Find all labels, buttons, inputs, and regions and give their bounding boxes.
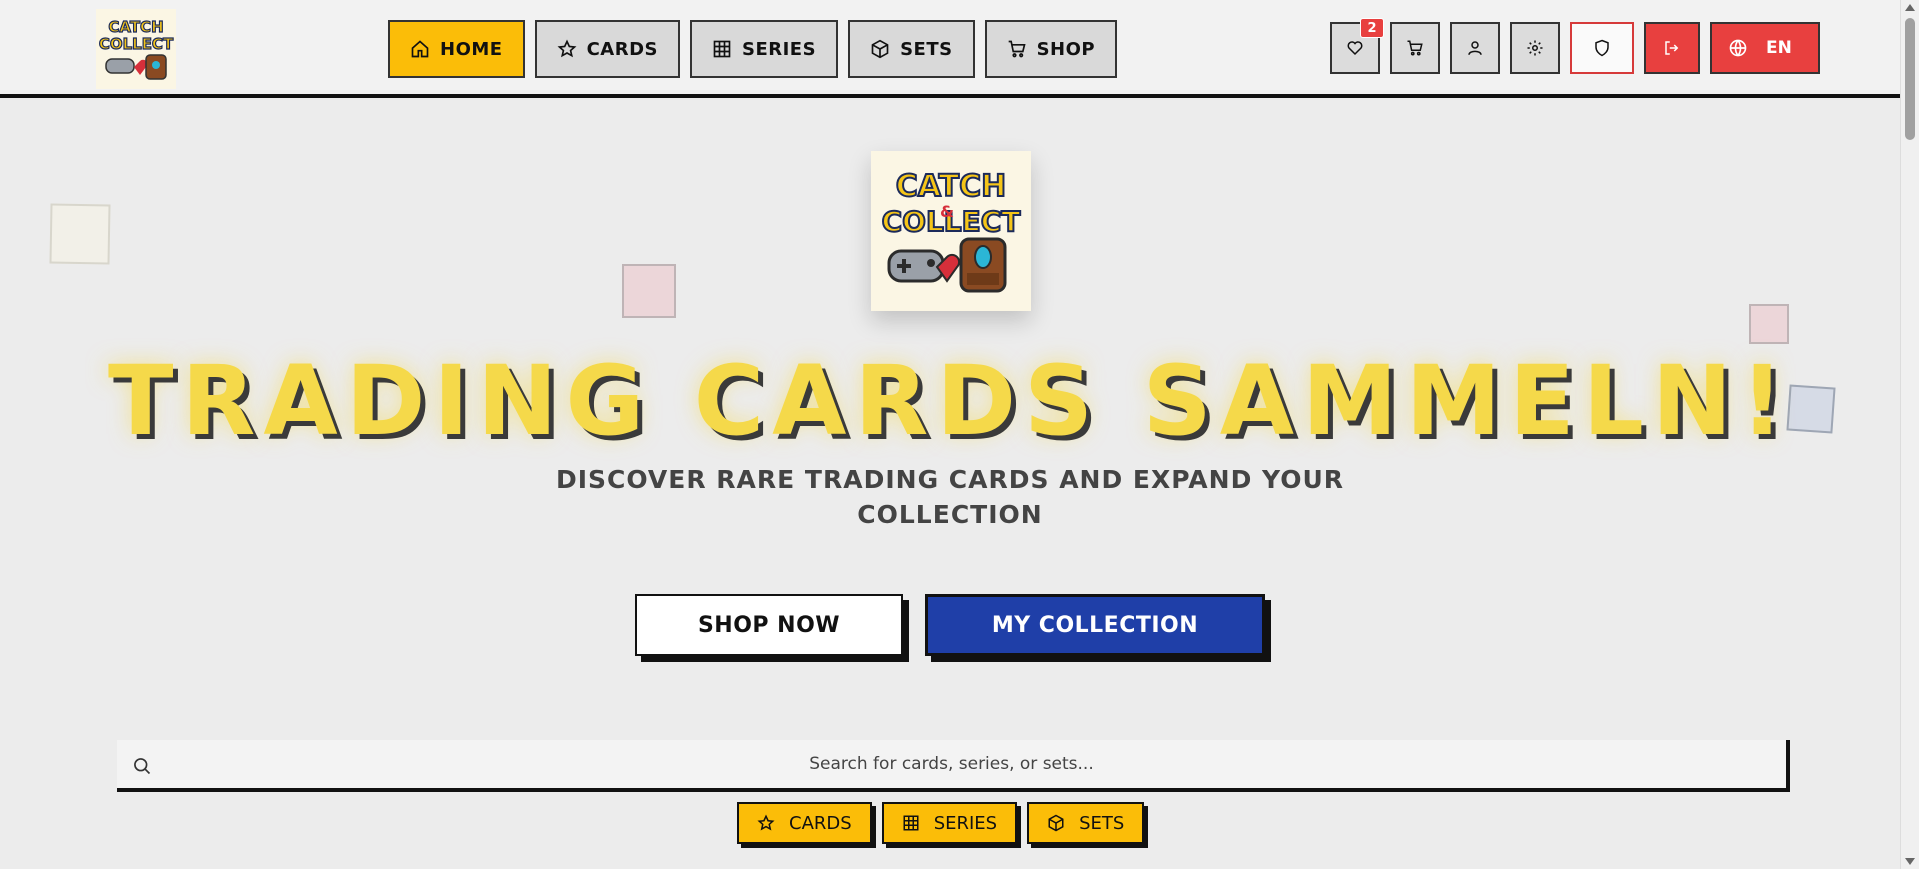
catch-collect-logo-icon: CATCH COLLECT (98, 17, 175, 80)
brand-logo[interactable]: CATCH COLLECT (96, 9, 176, 89)
cart-button[interactable] (1390, 22, 1440, 74)
box-icon (871, 39, 889, 59)
catch-collect-logo-icon: CATCH COLLECT & (881, 168, 1021, 293)
star-icon (757, 814, 775, 831)
svg-text:CATCH: CATCH (896, 169, 1007, 204)
quick-links: CARDS SERIES SETS (737, 802, 1145, 844)
quick-link-series[interactable]: SERIES (881, 802, 1018, 844)
quick-link-label: SERIES (933, 812, 998, 834)
gear-icon (1527, 40, 1543, 56)
header-tools: 2 EN (1330, 18, 1820, 74)
svg-text:COLLECT: COLLECT (99, 35, 174, 53)
hero-title: TRADING CARDS SAMMELN! (108, 345, 1792, 457)
user-icon (1468, 41, 1482, 55)
logout-icon (1665, 41, 1679, 55)
svg-text:&: & (940, 202, 954, 221)
home-icon (411, 40, 429, 58)
page-scrollbar[interactable] (1900, 0, 1919, 869)
admin-button[interactable] (1570, 22, 1634, 74)
search-bar (117, 740, 1790, 792)
nav-cards[interactable]: CARDS (534, 20, 680, 78)
heart-icon (1347, 41, 1363, 56)
nav-shop[interactable]: SHOP (984, 20, 1118, 78)
main-nav: HOME CARDS SERIES SETS SHOP (388, 20, 1118, 78)
nav-home[interactable]: HOME (388, 20, 525, 78)
box-icon (1048, 814, 1064, 832)
scroll-down-arrow-icon[interactable] (1905, 858, 1915, 865)
my-collection-button[interactable]: MY COLLECTION (925, 594, 1265, 656)
top-header: CATCH COLLECT HOME CARDS SERIES SETS SHO… (0, 0, 1900, 98)
nav-series[interactable]: SERIES (689, 20, 839, 78)
favorites-button[interactable]: 2 (1330, 18, 1384, 74)
globe-icon (1729, 39, 1747, 57)
language-label: EN (1766, 38, 1792, 58)
search-icon (134, 758, 151, 775)
quick-link-label: CARDS (789, 812, 852, 834)
decorative-square (1749, 304, 1789, 344)
nav-label: SERIES (741, 38, 817, 60)
logout-button[interactable] (1644, 22, 1700, 74)
scroll-up-arrow-icon[interactable] (1905, 4, 1915, 11)
nav-sets[interactable]: SETS (848, 20, 975, 78)
favorites-count-badge: 2 (1360, 18, 1384, 38)
quick-link-label: SETS (1079, 812, 1125, 834)
settings-button[interactable] (1510, 22, 1560, 74)
quick-link-sets[interactable]: SETS (1027, 802, 1145, 844)
nav-label: CARDS (586, 38, 658, 60)
svg-text:CATCH: CATCH (108, 18, 163, 36)
decorative-square (622, 264, 676, 318)
nav-label: SHOP (1036, 38, 1096, 60)
cart-icon (1008, 40, 1026, 58)
hero-logo: CATCH COLLECT & (871, 151, 1031, 311)
shield-icon (1595, 39, 1609, 57)
star-icon (557, 39, 577, 58)
grid-icon (903, 815, 919, 831)
scrollbar-thumb[interactable] (1905, 18, 1915, 140)
search-input[interactable] (117, 753, 1786, 775)
profile-button[interactable] (1450, 22, 1500, 74)
nav-label: SETS (900, 38, 953, 60)
quick-link-cards[interactable]: CARDS (737, 802, 872, 844)
grid-icon (713, 40, 731, 58)
hero-subtitle: DISCOVER RARE TRADING CARDS AND EXPAND Y… (555, 465, 1345, 529)
decorative-square (49, 203, 111, 265)
language-selector[interactable]: EN (1710, 22, 1820, 74)
cart-icon (1407, 40, 1423, 56)
shop-now-button[interactable]: SHOP NOW (635, 594, 903, 656)
nav-label: HOME (440, 38, 503, 60)
